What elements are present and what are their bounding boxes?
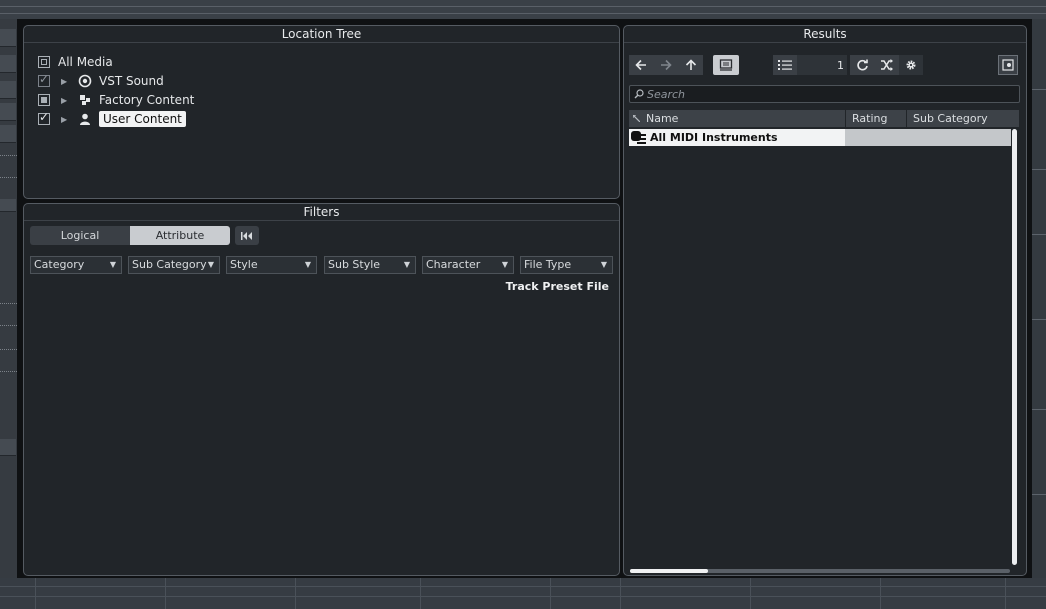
- daw-bottom-strip: [0, 578, 1046, 609]
- search-icon: [634, 89, 644, 99]
- category-dropdown[interactable]: Category ▼: [30, 256, 122, 274]
- column-header-name[interactable]: Name: [629, 110, 845, 127]
- style-dropdown[interactable]: Style ▼: [226, 256, 317, 274]
- tab-logical[interactable]: Logical: [30, 226, 130, 245]
- vst-sound-checkbox[interactable]: [38, 72, 50, 87]
- daw-waveform: [0, 371, 17, 382]
- file-type-value[interactable]: Track Preset File: [506, 280, 609, 293]
- factory-content-icon: [78, 93, 92, 107]
- results-panel: Results 1 Search Name Rating Sub Categor…: [623, 25, 1027, 576]
- tree-item-all-media[interactable]: All Media: [38, 53, 113, 71]
- dropdown-arrow-icon: ▼: [109, 260, 116, 269]
- results-title: Results: [624, 26, 1026, 43]
- expand-arrow-icon[interactable]: ▶: [61, 77, 67, 86]
- media-bay-dialog: Location Tree All Media ▶ VST Sound ▶ Fa…: [17, 19, 1032, 578]
- results-count: 1: [797, 55, 847, 75]
- result-name-cell: All MIDI Instruments: [629, 129, 845, 146]
- daw-top-strip: [0, 0, 1046, 19]
- daw-right-edge: [1032, 19, 1046, 579]
- sub-category-dropdown[interactable]: Sub Category ▼: [128, 256, 220, 274]
- result-row[interactable]: All MIDI Instruments: [629, 129, 1011, 146]
- dropdown-arrow-icon: ▼: [600, 260, 607, 269]
- arrow-up-icon: [685, 59, 696, 70]
- refresh-icon: [856, 59, 868, 70]
- results-vertical-scrollbar[interactable]: [1012, 129, 1017, 565]
- mediabay-settings-button[interactable]: [998, 55, 1018, 75]
- back-button[interactable]: [629, 55, 653, 75]
- dropdown-arrow-icon: ▼: [304, 260, 311, 269]
- daw-track-line: [0, 6, 1046, 7]
- tab-attribute[interactable]: Attribute: [130, 226, 230, 245]
- dropdown-arrow-icon: ▼: [403, 260, 410, 269]
- location-tree-panel: Location Tree All Media ▶ VST Sound ▶ Fa…: [23, 25, 620, 199]
- tree-item-vst-sound[interactable]: ▶ VST Sound: [38, 72, 164, 90]
- tree-item-user-content[interactable]: ▶ User Content: [38, 110, 186, 128]
- daw-waveform: [0, 349, 17, 360]
- daw-waveform: [0, 325, 17, 336]
- dropdown-arrow-icon: ▼: [501, 260, 508, 269]
- midi-instrument-icon: [631, 131, 646, 144]
- sort-icon: [633, 115, 640, 122]
- daw-waveform: [0, 303, 17, 314]
- tree-item-label: Factory Content: [99, 93, 195, 107]
- forward-button[interactable]: [653, 55, 678, 75]
- daw-track-cell: [0, 199, 16, 212]
- daw-track-cell: [0, 439, 16, 456]
- arrow-left-icon: [635, 59, 646, 71]
- tree-item-label: VST Sound: [99, 74, 164, 88]
- daw-left-track-column: [0, 19, 17, 579]
- arrow-right-icon: [660, 59, 672, 71]
- search-field[interactable]: [629, 85, 1020, 103]
- daw-waveform: [0, 155, 17, 166]
- results-settings-button[interactable]: [899, 55, 923, 75]
- result-rating-cell: [845, 129, 1011, 146]
- reset-filters-button[interactable]: [235, 226, 259, 245]
- tree-item-label: All Media: [58, 55, 113, 69]
- user-content-checkbox[interactable]: [38, 110, 50, 125]
- location-tree-title: Location Tree: [24, 26, 619, 43]
- filters-title: Filters: [24, 204, 619, 221]
- settings-panel-icon: [1002, 59, 1014, 71]
- results-list-button[interactable]: [773, 55, 797, 75]
- filter-mode-switch: Logical Attribute: [30, 226, 230, 245]
- vst-sound-icon: [78, 74, 92, 88]
- show-folder-button[interactable]: [713, 55, 739, 75]
- user-icon: [78, 112, 92, 126]
- expand-arrow-icon[interactable]: ▶: [61, 96, 67, 105]
- dropdown-arrow-icon: ▼: [207, 260, 214, 269]
- up-button[interactable]: [678, 55, 703, 75]
- daw-track-cell: [0, 29, 16, 47]
- gear-icon: [906, 60, 916, 70]
- daw-waveform: [0, 177, 17, 188]
- column-header-rating[interactable]: Rating: [846, 110, 906, 127]
- shuffle-icon: [880, 59, 893, 71]
- search-input[interactable]: [647, 86, 1007, 102]
- daw-track-cell: [0, 125, 16, 143]
- tree-item-factory-content[interactable]: ▶ Factory Content: [38, 91, 194, 109]
- character-dropdown[interactable]: Character ▼: [422, 256, 514, 274]
- daw-track-cell: [0, 103, 16, 121]
- sub-style-dropdown[interactable]: Sub Style ▼: [324, 256, 416, 274]
- folder-view-icon: [719, 59, 733, 71]
- column-header-sub-category[interactable]: Sub Category: [907, 110, 1019, 127]
- daw-track-cell: [0, 81, 16, 99]
- tree-item-label: User Content: [99, 111, 186, 127]
- expand-arrow-icon[interactable]: ▶: [61, 115, 67, 124]
- daw-track-line: [0, 13, 1046, 14]
- file-type-dropdown[interactable]: File Type ▼: [520, 256, 613, 274]
- daw-track-cell: [0, 55, 16, 73]
- shuffle-button[interactable]: [874, 55, 899, 75]
- factory-content-checkbox[interactable]: [38, 94, 50, 106]
- filters-panel: Filters Logical Attribute Category ▼ Sub …: [23, 203, 620, 576]
- results-horizontal-scroll-thumb[interactable]: [630, 569, 708, 573]
- rescan-button[interactable]: [850, 55, 874, 75]
- all-media-checkbox[interactable]: [38, 56, 50, 68]
- rewind-icon: [241, 231, 252, 240]
- list-icon: [778, 60, 792, 70]
